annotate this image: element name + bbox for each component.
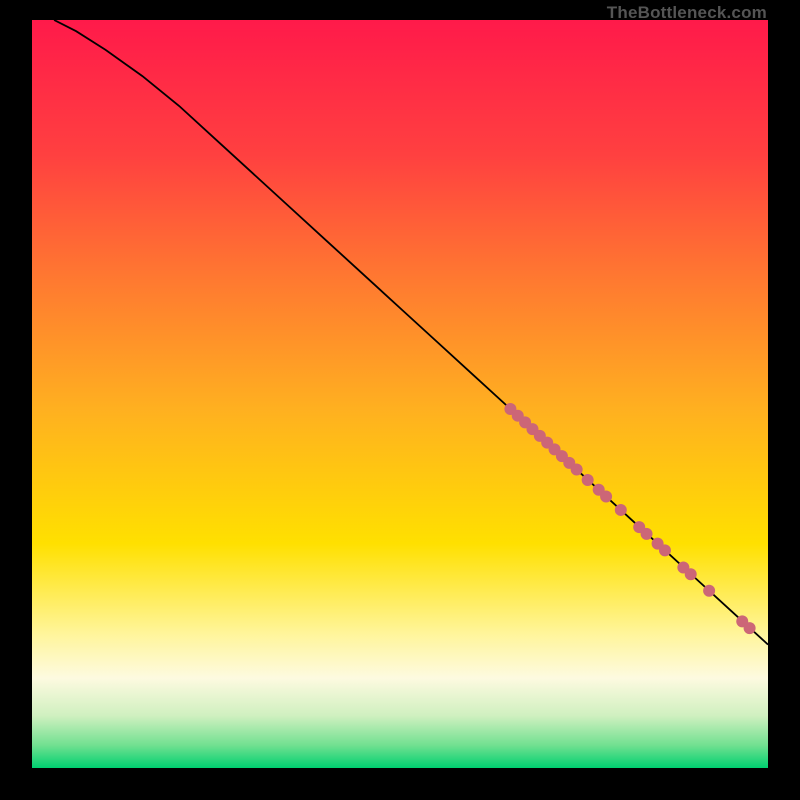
scatter-point <box>571 464 583 476</box>
scatter-point <box>582 474 594 486</box>
scatter-point <box>703 585 715 597</box>
scatter-point <box>615 504 627 516</box>
scatter-point <box>659 544 671 556</box>
scatter-point <box>641 528 653 540</box>
chart-container: TheBottleneck.com <box>0 0 800 800</box>
scatter-point <box>600 490 612 502</box>
chart-area <box>32 20 768 768</box>
scatter-point <box>685 568 697 580</box>
scatter-point <box>744 622 756 634</box>
chart-plot-layer <box>32 20 768 768</box>
attribution-text: TheBottleneck.com <box>607 3 767 23</box>
